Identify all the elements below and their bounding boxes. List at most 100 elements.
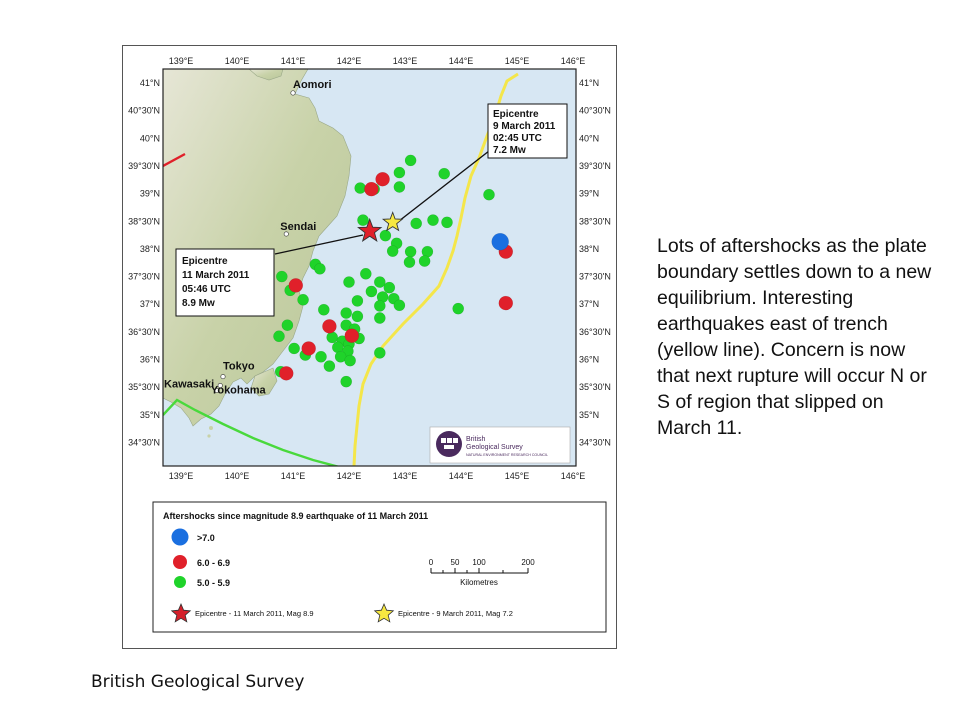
latitude-label: 39°30'N <box>579 161 611 171</box>
longitude-labels-top: 139°E 140°E 141°E 142°E 143°E 144°E 145°E 146°E <box>169 56 586 66</box>
aftershock-blue <box>491 232 509 251</box>
callout-line: 7.2 Mw <box>493 145 526 156</box>
aftershock-green <box>373 300 386 312</box>
aftershock-green <box>359 267 372 280</box>
callout-line: 11 March 2011 <box>182 270 250 281</box>
aftershock-green <box>483 188 495 201</box>
legend-label: >7.0 <box>197 533 215 543</box>
side-note: Lots of aftershocks as the plate boundar… <box>657 235 932 439</box>
logo-emblem <box>436 431 462 457</box>
aftershock-green <box>452 302 465 315</box>
longitude-label: 139°E <box>169 471 194 481</box>
latitude-label: 35°30'N <box>579 382 611 392</box>
latitude-label: 41°N <box>579 78 599 88</box>
aftershock-green <box>340 307 353 319</box>
map-figure: 139°E 140°E 141°E 142°E 143°E 144°E 145°E 146°E… <box>122 45 617 649</box>
latitude-label: 36°N <box>579 355 599 365</box>
aftershock-green <box>410 217 423 230</box>
aftershock-green <box>273 330 285 343</box>
longitude-label: 143°E <box>393 471 418 481</box>
longitude-label: 143°E <box>393 56 418 66</box>
island <box>207 434 211 438</box>
aftershock-green <box>354 182 367 194</box>
aftershock-green <box>323 360 336 372</box>
logo-line: NATURAL ENVIRONMENT RESEARCH COUNCIL <box>466 453 548 457</box>
latitude-label: 38°30'N <box>128 216 160 226</box>
callout-line: 9 March 2011 <box>493 121 556 132</box>
latitude-labels-right: 41°N 40°30'N 40°N 39°30'N 39°N 38°30'N 38°N 37°… <box>579 78 611 447</box>
scale-tick: 50 <box>451 558 460 567</box>
aftershock-red <box>375 171 390 187</box>
aftershock-green <box>404 154 417 167</box>
aftershock-green <box>288 342 300 355</box>
longitude-label: 142°E <box>337 471 362 481</box>
aftershock-green <box>365 285 378 298</box>
aftershock-green <box>373 312 386 324</box>
latitude-label: 38°N <box>140 244 160 254</box>
longitude-label: 140°E <box>225 56 250 66</box>
aftershock-red <box>498 295 514 311</box>
callout-9-march: Epicentre 9 March 2011 02:45 UTC 7.2 Mw <box>487 103 568 159</box>
longitude-label: 141°E <box>281 471 306 481</box>
latitude-label: 37°N <box>579 299 599 309</box>
legend: Aftershocks since magnitude 8.9 earthqua… <box>152 501 607 633</box>
aftershock-green <box>343 276 355 288</box>
scale-unit: Kilometres <box>460 578 498 587</box>
latitude-label: 35°30'N <box>128 382 160 392</box>
aftershock-green <box>403 256 416 269</box>
longitude-label: 142°E <box>337 56 362 66</box>
legend-label: Epicentre - 9 March 2011, Mag 7.2 <box>398 609 513 618</box>
legend-title: Aftershocks since magnitude 8.9 earthqua… <box>163 511 428 521</box>
callout-11-march: Epicentre 11 March 2011 05:46 UTC 8.9 Mw <box>175 248 275 317</box>
latitude-label: 40°N <box>579 133 599 143</box>
latitude-label: 38°N <box>579 244 599 254</box>
longitude-label: 141°E <box>281 56 306 66</box>
aftershock-green <box>340 375 353 388</box>
aftershock-green <box>404 245 417 258</box>
legend-label: 5.0 - 5.9 <box>197 578 230 588</box>
latitude-label: 39°30'N <box>128 161 160 171</box>
legend-marker-green <box>174 576 186 588</box>
latitude-label: 41°N <box>140 78 160 88</box>
aftershock-green <box>379 229 392 242</box>
scale-tick: 200 <box>521 558 535 567</box>
aftershock-green <box>351 310 364 323</box>
latitude-label: 38°30'N <box>579 216 611 226</box>
city-label: Sendai <box>280 221 316 233</box>
aftershock-green <box>393 181 406 193</box>
logo-line: British <box>466 436 486 443</box>
island <box>209 426 213 430</box>
latitude-label: 39°N <box>579 189 599 199</box>
latitude-label: 36°30'N <box>579 327 611 337</box>
aftershock-red <box>364 181 379 197</box>
scale-tick: 0 <box>429 558 434 567</box>
callout-line: 02:45 UTC <box>493 133 542 144</box>
callout-line: 8.9 Mw <box>182 298 215 309</box>
city-marker <box>217 382 223 388</box>
city-marker <box>290 90 296 96</box>
aftershock-green <box>281 319 294 332</box>
aftershock-green <box>418 255 431 267</box>
aftershock-green <box>386 245 399 257</box>
callout-line: Epicentre <box>493 109 539 120</box>
longitude-label: 139°E <box>169 56 194 66</box>
aftershock-green <box>357 214 369 226</box>
longitude-label: 146°E <box>561 471 586 481</box>
aftershock-green <box>297 293 309 306</box>
longitude-label: 145°E <box>505 56 530 66</box>
latitude-label: 35°N <box>140 410 160 420</box>
logo-line: Geological Survey <box>466 444 523 451</box>
legend-marker-red <box>173 555 187 569</box>
aftershock-green <box>351 295 364 307</box>
latitude-label: 37°N <box>140 299 160 309</box>
callout-line: Epicentre <box>182 256 228 267</box>
latitude-labels-left: 41°N 40°30'N 40°N 39°30'N 39°N 38°30'N 38°N 37°… <box>128 78 160 447</box>
longitude-labels-bottom: 139°E 140°E 141°E 142°E 143°E 144°E 145°E 146°E <box>169 471 586 481</box>
aftershock-red <box>288 278 304 293</box>
aftershock-green <box>344 354 356 367</box>
latitude-label: 40°N <box>140 133 160 143</box>
aftershock-red <box>344 328 360 343</box>
legend-label: Epicentre - 11 March 2011, Mag 8.9 <box>195 609 314 618</box>
aftershock-green <box>438 167 451 180</box>
credit-text: British Geological Survey <box>91 672 305 692</box>
